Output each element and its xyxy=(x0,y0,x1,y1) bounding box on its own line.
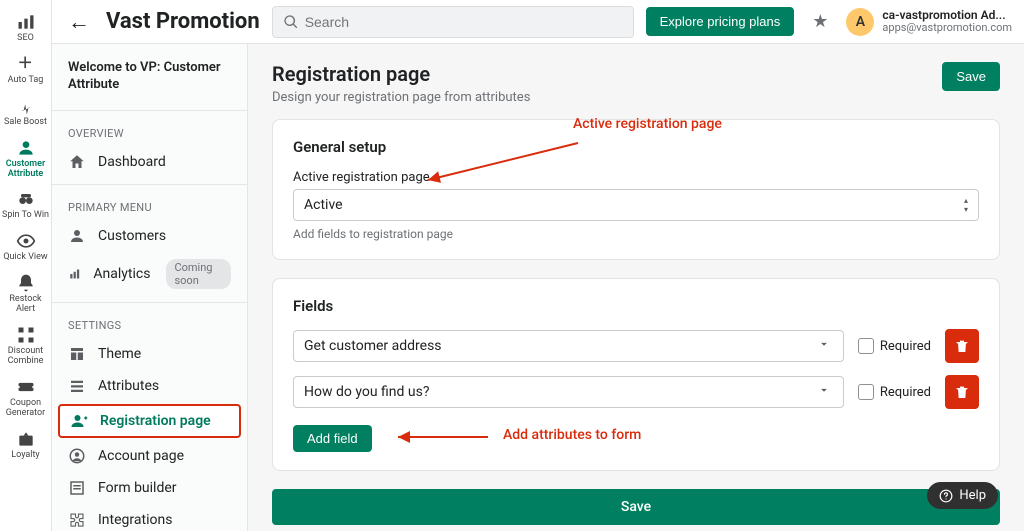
main-content: Registration page Design your registrati… xyxy=(248,44,1024,531)
topbar: ← Vast Promotion Explore pricing plans ★… xyxy=(52,0,1024,44)
save-bar-bottom[interactable]: Save xyxy=(272,489,1000,525)
required-checkbox-1[interactable]: Required xyxy=(858,384,931,400)
account-icon xyxy=(68,447,86,465)
general-setup-heading: General setup xyxy=(293,138,979,156)
rail-seo[interactable]: SEO xyxy=(2,10,50,46)
updown-icon: ▴▾ xyxy=(964,196,968,214)
chevron-down-icon xyxy=(817,337,831,355)
sidebar-item-customers[interactable]: Customers xyxy=(52,220,247,252)
sidebar-item-dashboard[interactable]: Dashboard xyxy=(52,146,247,178)
explore-pricing-button[interactable]: Explore pricing plans xyxy=(646,7,795,36)
general-help-text: Add fields to registration page xyxy=(293,227,979,241)
page-subtitle: Design your registration page from attri… xyxy=(272,90,530,105)
sidebar-item-attributes[interactable]: Attributes xyxy=(52,370,247,402)
help-button[interactable]: Help xyxy=(927,482,998,509)
back-arrow-icon[interactable]: ← xyxy=(64,9,94,35)
rail-customer-attribute[interactable]: Customer Attribute xyxy=(2,136,50,182)
puzzle-icon xyxy=(68,511,86,529)
coming-soon-badge: Coming soon xyxy=(166,259,231,289)
rail-autotag[interactable]: Auto Tag xyxy=(2,52,50,88)
delete-field-button-1[interactable] xyxy=(945,375,979,409)
active-reg-label: Active registration page xyxy=(293,170,979,185)
search-icon xyxy=(283,14,299,30)
delete-field-button-0[interactable] xyxy=(945,329,979,363)
theme-icon xyxy=(68,345,86,363)
group-primary: PRIMARY MENU xyxy=(52,191,247,220)
trash-icon xyxy=(954,384,970,400)
rail-discountcombine[interactable]: Discount Combine xyxy=(2,323,50,369)
rail-spintowin[interactable]: Spin To Win xyxy=(2,187,50,223)
list-icon xyxy=(68,377,86,395)
rail-quickview[interactable]: Quick View xyxy=(2,229,50,265)
annotation-active-reg: Active registration page xyxy=(573,116,722,132)
chevron-down-icon xyxy=(817,383,831,401)
person-icon xyxy=(68,227,86,245)
search-input-wrap[interactable] xyxy=(272,6,634,38)
avatar: A xyxy=(846,8,874,36)
general-setup-card: General setup Active registration page A… xyxy=(272,119,1000,260)
field-row-0: Get customer address Required xyxy=(293,329,979,363)
sidebar-item-theme[interactable]: Theme xyxy=(52,338,247,370)
add-field-button[interactable]: Add field xyxy=(293,425,372,452)
rail-loyalty[interactable]: Loyalty xyxy=(2,427,50,463)
sidebar-item-analytics[interactable]: Analytics Coming soon xyxy=(52,252,247,296)
fields-card: Fields Get customer address Required xyxy=(272,278,1000,471)
form-icon xyxy=(68,479,86,497)
field-row-1: How do you find us? Required xyxy=(293,375,979,409)
fields-heading: Fields xyxy=(293,297,979,315)
rail-restockalert[interactable]: Restock Alert xyxy=(2,271,50,317)
save-button-top[interactable]: Save xyxy=(942,62,1000,91)
person-add-icon xyxy=(70,412,88,430)
sidebar-item-formbuilder[interactable]: Form builder xyxy=(52,472,247,504)
group-settings: SETTINGS xyxy=(52,309,247,338)
required-checkbox-0[interactable]: Required xyxy=(858,338,931,354)
bars-icon xyxy=(68,265,81,283)
search-input[interactable] xyxy=(305,14,623,30)
icon-rail: SEO Auto Tag Sale Boost Customer Attribu… xyxy=(0,0,52,531)
field-select-1[interactable]: How do you find us? xyxy=(293,376,844,408)
user-email: apps@vastpromotion.com xyxy=(882,22,1012,34)
rail-saleboost[interactable]: Sale Boost xyxy=(2,94,50,130)
sidebar-title: Welcome to VP: Customer Attribute xyxy=(52,56,247,104)
trash-icon xyxy=(954,338,970,354)
active-reg-select[interactable]: Active ▴▾ xyxy=(293,189,979,221)
rail-coupongenerator[interactable]: Coupon Generator xyxy=(2,375,50,421)
sidebar-item-integrations[interactable]: Integrations xyxy=(52,504,247,531)
home-icon xyxy=(68,153,86,171)
brand-title: Vast Promotion xyxy=(106,9,260,34)
field-select-0[interactable]: Get customer address xyxy=(293,330,844,362)
sidebar-item-registration[interactable]: Registration page xyxy=(58,404,241,438)
annotation-add-attr: Add attributes to form xyxy=(503,427,641,443)
annotation-arrow-2 xyxy=(393,427,493,447)
favorite-star-icon[interactable]: ★ xyxy=(806,11,834,32)
group-overview: OVERVIEW xyxy=(52,117,247,146)
sidebar-item-account[interactable]: Account page xyxy=(52,440,247,472)
help-icon xyxy=(939,489,953,503)
page-title: Registration page xyxy=(272,62,530,86)
sidebar: Welcome to VP: Customer Attribute OVERVI… xyxy=(52,44,248,531)
user-block[interactable]: A ca-vastpromotion Ad... apps@vastpromot… xyxy=(846,8,1012,36)
